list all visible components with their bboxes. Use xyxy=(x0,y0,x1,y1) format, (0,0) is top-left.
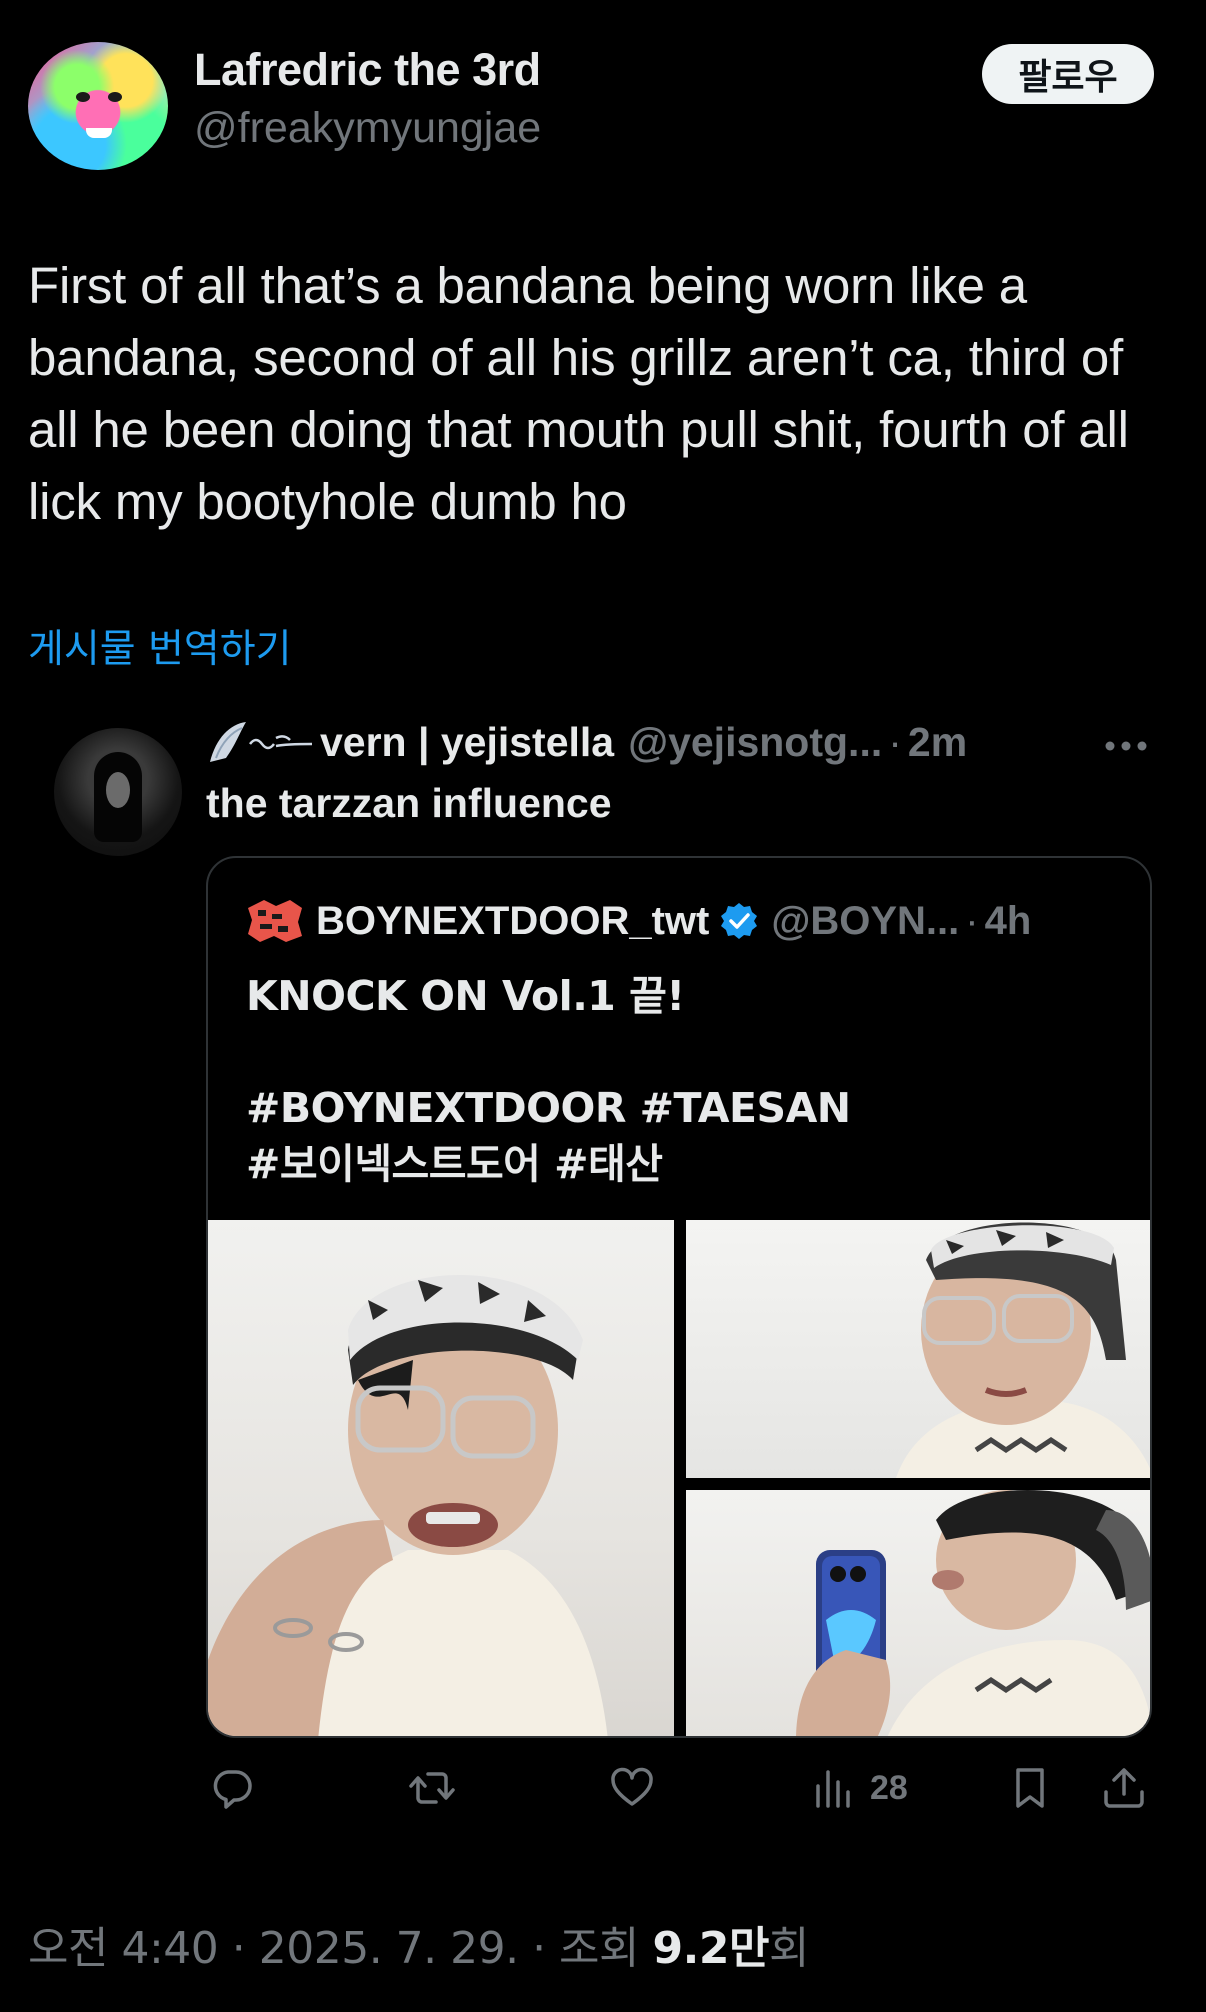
media-photo-1[interactable] xyxy=(208,1220,674,1736)
avatar-mouth xyxy=(86,128,112,138)
nested-timestamp[interactable]: 4h xyxy=(985,899,1032,944)
separator-dot: · xyxy=(888,718,902,765)
view-count-number: 9.2만 xyxy=(652,1923,770,1974)
nested-author-handle[interactable]: @BOYN... xyxy=(771,899,959,944)
photo-2-illustration xyxy=(896,1222,1150,1478)
reply-icon xyxy=(213,1770,252,1809)
bookmark-icon xyxy=(1016,1768,1044,1808)
repost-button[interactable] xyxy=(408,1760,456,1816)
photo-1-illustration xyxy=(208,1275,608,1736)
views-button[interactable]: 28 xyxy=(810,1760,908,1816)
boynextdoor-logo-icon xyxy=(248,900,302,942)
post-meta: 오전 4:40 · 2025. 7. 29. · 조회 9.2만회 xyxy=(28,1912,809,1976)
nested-quote-card[interactable]: BOYNEXTDOOR_twt @BOYN... · 4h KNOCK ON V… xyxy=(206,856,1152,1738)
quote-header[interactable]: vern | yejistella @yejisnotg... · 2m xyxy=(206,718,967,766)
photo-3-illustration xyxy=(796,1490,1150,1736)
verified-icon xyxy=(721,903,758,939)
like-button[interactable] xyxy=(608,1760,656,1816)
nested-author-name[interactable]: BOYNEXTDOOR_twt xyxy=(316,899,709,944)
view-count-suffix: 회 xyxy=(768,1923,809,1974)
quote-text: the tarzzan influence xyxy=(206,780,612,826)
post-text: First of all that’s a bandana being worn… xyxy=(28,257,1129,530)
media-photo-2[interactable] xyxy=(686,1220,1150,1478)
views-count: 28 xyxy=(870,1768,908,1807)
avatar-eye-left xyxy=(76,92,90,102)
quote-author-name[interactable]: vern | yejistella xyxy=(320,719,614,766)
follow-button[interactable]: 팔로우 xyxy=(982,44,1154,104)
share-button[interactable] xyxy=(1100,1760,1148,1816)
nested-quote-text: KNOCK ON Vol.1 끝! #BOYNEXTDOOR #TAESAN #… xyxy=(246,972,851,1188)
author-display-name[interactable]: Lafredric the 3rd xyxy=(194,44,541,96)
media-photo-3[interactable] xyxy=(686,1490,1150,1736)
author-handle[interactable]: @freakymyungjae xyxy=(194,104,541,153)
post-timestamp[interactable]: 오전 4:40 · 2025. 7. 29. · 조회 xyxy=(28,1923,653,1974)
repost-icon xyxy=(409,1772,455,1804)
like-icon xyxy=(611,1767,653,1806)
quote-author-avatar[interactable] xyxy=(54,728,182,856)
separator-dot: · xyxy=(965,898,979,943)
reply-button[interactable] xyxy=(208,1760,256,1816)
avatar-face xyxy=(106,772,130,808)
more-icon[interactable] xyxy=(1104,740,1148,752)
bookmark-button[interactable] xyxy=(1006,1760,1054,1816)
quote-timestamp[interactable]: 2m xyxy=(908,719,967,766)
quote-author-handle[interactable]: @yejisnotg... xyxy=(628,719,882,766)
avatar-eye-right xyxy=(108,92,122,102)
views-icon xyxy=(816,1770,850,1808)
author-avatar[interactable] xyxy=(28,42,168,170)
nested-quote-header[interactable]: BOYNEXTDOOR_twt @BOYN... · 4h xyxy=(246,898,1031,944)
translate-post-link[interactable]: 게시물 번역하기 xyxy=(28,618,292,674)
share-icon xyxy=(1104,1768,1144,1808)
wing-emoji-icon xyxy=(210,722,313,762)
